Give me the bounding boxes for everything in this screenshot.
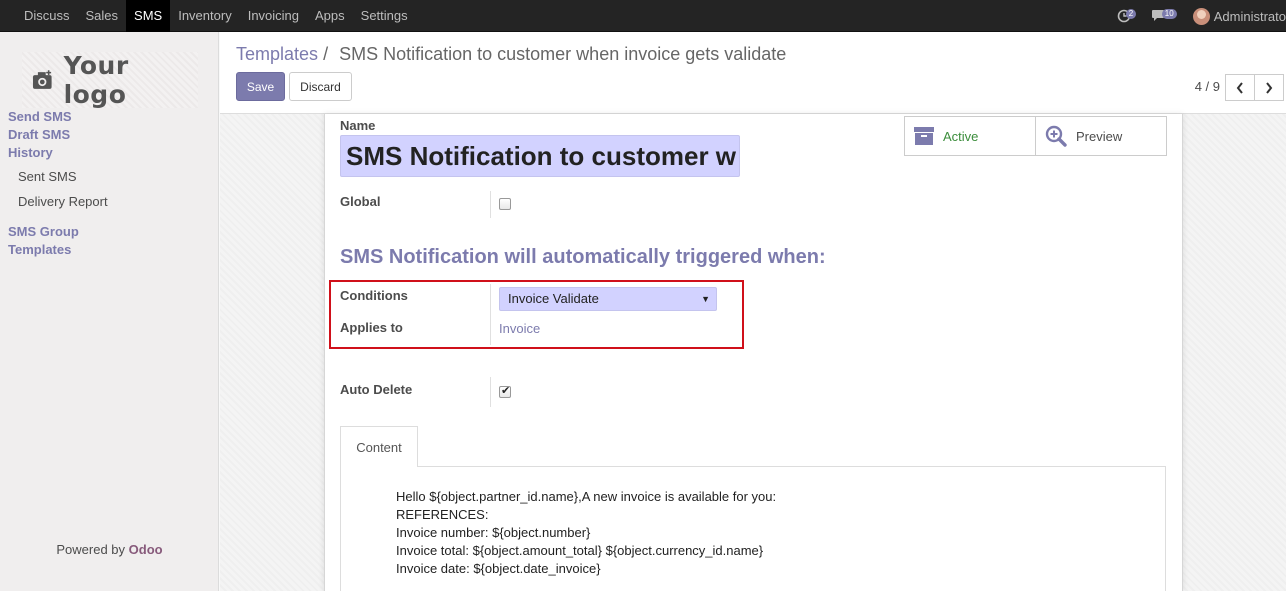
company-logo[interactable]: Your logo [22, 51, 198, 109]
active-label: Active [943, 128, 979, 144]
breadcrumb-templates[interactable]: Templates [236, 44, 318, 64]
menu-inventory[interactable]: Inventory [170, 0, 239, 32]
auto-delete-label: Auto Delete [340, 382, 413, 397]
applies-to-link[interactable]: Invoice [499, 321, 540, 336]
activity-menu[interactable]: 2 [1117, 0, 1143, 32]
menu-invoicing[interactable]: Invoicing [240, 0, 307, 32]
content-line: Invoice date: ${object.date_invoice} [396, 561, 601, 576]
breadcrumb: Templates / SMS Notification to customer… [236, 44, 786, 65]
sidebar-item-sent-sms[interactable]: Sent SMS [18, 169, 77, 184]
sms-content-editor[interactable]: Hello ${object.partner_id.name},A new in… [396, 488, 776, 578]
preview-label: Preview [1076, 128, 1123, 144]
main-menu: Discuss Sales SMS Inventory Invoicing Ap… [16, 0, 416, 32]
sidebar-item-draft-sms[interactable]: Draft SMS [8, 126, 70, 144]
content-line: Hello ${object.partner_id.name},A new in… [396, 489, 777, 504]
user-menu[interactable]: Administrato [1192, 7, 1286, 25]
content-line: Invoice number: ${object.number} [396, 525, 591, 540]
sidebar-item-send-sms[interactable]: Send SMS [8, 108, 72, 126]
caret-down-icon: ▼ [701, 294, 710, 304]
menu-discuss[interactable]: Discuss [16, 0, 78, 32]
menu-sms[interactable]: SMS [126, 0, 171, 32]
camera-icon [32, 70, 52, 89]
name-input[interactable]: SMS Notification to customer w [340, 135, 740, 177]
sidebar-item-templates[interactable]: Templates [8, 241, 71, 259]
conditions-select[interactable]: Invoice Validate ▼ [499, 287, 717, 311]
messages-badge: 10 [1161, 9, 1177, 19]
global-label: Global [340, 194, 381, 209]
breadcrumb-current: SMS Notification to customer when invoic… [339, 44, 787, 64]
field-divider [490, 377, 491, 407]
applies-to-label: Applies to [340, 320, 403, 335]
menu-settings[interactable]: Settings [353, 0, 416, 32]
user-name: Administrato [1213, 8, 1286, 24]
global-checkbox[interactable] [499, 198, 511, 210]
preview-button[interactable]: Preview [1035, 116, 1167, 156]
zoom-in-icon [1045, 125, 1067, 147]
pager-next-button[interactable] [1254, 74, 1284, 101]
content-line: Invoice total: ${object.amount_total} ${… [396, 543, 764, 558]
powered-by: Powered by Odoo [0, 542, 219, 557]
conditions-label: Conditions [340, 288, 408, 303]
conditions-value: Invoice Validate [508, 291, 599, 306]
breadcrumb-separator: / [323, 44, 329, 64]
chevron-left-icon [1236, 81, 1243, 94]
discard-button[interactable]: Discard [289, 72, 352, 101]
activity-badge: 2 [1125, 9, 1137, 19]
save-button[interactable]: Save [236, 72, 285, 101]
avatar [1192, 7, 1210, 25]
auto-delete-checkbox[interactable] [499, 384, 511, 398]
sidebar: Your logo Send SMS Draft SMS History Sen… [0, 32, 219, 591]
systray: 2 10 Administrato [1117, 0, 1286, 32]
trigger-section-title: SMS Notification will automatically trig… [340, 246, 826, 268]
sidebar-item-sms-group[interactable]: SMS Group [8, 223, 79, 241]
control-panel: Templates / SMS Notification to customer… [220, 32, 1286, 114]
messaging-menu[interactable]: 10 [1151, 0, 1181, 32]
field-divider [490, 191, 491, 218]
active-toggle-button[interactable]: Active [904, 116, 1036, 156]
pager-value: 4 / 9 [1194, 79, 1220, 94]
top-navbar: Discuss Sales SMS Inventory Invoicing Ap… [0, 0, 1286, 32]
pager-previous-button[interactable] [1225, 74, 1255, 101]
sidebar-item-history[interactable]: History [8, 144, 53, 162]
logo-text: Your logo [63, 51, 129, 109]
powered-by-label: Powered by [56, 542, 126, 557]
menu-sales[interactable]: Sales [78, 0, 127, 32]
odoo-link[interactable]: Odoo [129, 542, 163, 557]
sidebar-item-delivery-report[interactable]: Delivery Report [18, 194, 108, 209]
content-line: REFERENCES: [396, 507, 489, 522]
field-divider [490, 284, 491, 345]
archive-icon [914, 127, 934, 145]
chevron-right-icon [1266, 81, 1273, 94]
menu-apps[interactable]: Apps [307, 0, 353, 32]
tab-content[interactable]: Content [340, 426, 418, 467]
name-label: Name [340, 118, 376, 133]
